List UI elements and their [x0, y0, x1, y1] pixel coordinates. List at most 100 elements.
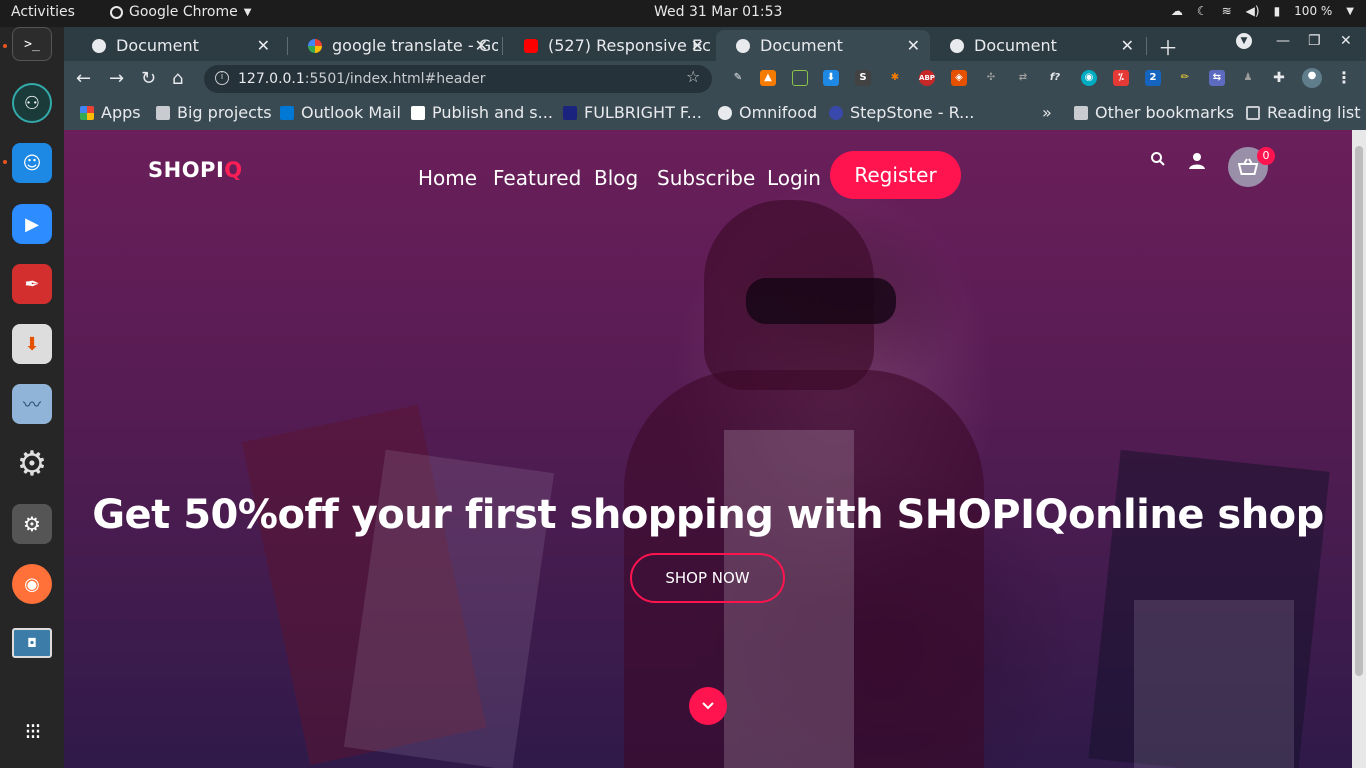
globe-icon	[736, 38, 750, 53]
site-info-icon[interactable]: i	[215, 71, 229, 85]
bookmark-omnifood[interactable]: Omnifood	[718, 103, 817, 122]
bookmark-medium[interactable]: Publish and s...	[411, 103, 553, 122]
caret-down-icon: ▼	[243, 6, 252, 18]
extension-icon[interactable]: ✏	[1177, 70, 1193, 86]
logo-main-text: SHOPI	[148, 158, 225, 182]
system-tray[interactable]: ☁ ☾ ≋ ◀) ▮ 100 % ▼	[1171, 4, 1354, 18]
home-button[interactable]: ⌂	[172, 68, 183, 89]
nav-subscribe[interactable]: Subscribe	[657, 166, 755, 190]
bookmark-outlook[interactable]: Outlook Mail	[280, 103, 401, 122]
clock[interactable]: Wed 31 Mar 01:53	[654, 4, 782, 20]
hero-heading: Get 50%off your first shopping with SHOP…	[92, 492, 1324, 538]
dock: >_ ⚇ ☺ ▶ ✒ ⬇ 〰 ⚙ ⚙ ◉ ◘ ⁝⁝⁝	[0, 27, 64, 768]
reload-button[interactable]: ↻	[141, 68, 156, 89]
bookmark-other[interactable]: Other bookmarks	[1074, 103, 1234, 122]
adblock-icon[interactable]: ABP	[919, 70, 935, 86]
bookmarks-overflow-icon[interactable]: »	[1042, 103, 1052, 122]
close-tab-icon[interactable]: ✕	[475, 36, 488, 55]
address-bar[interactable]: i 127.0.0.1 :5501/index.html#header	[204, 65, 712, 93]
tab-document-3[interactable]: Document ✕	[930, 30, 1144, 61]
nav-featured[interactable]: Featured	[493, 166, 581, 190]
bookmark-apps[interactable]: Apps	[80, 103, 141, 122]
extension-icon[interactable]	[792, 70, 808, 86]
search-icon[interactable]	[1150, 151, 1166, 171]
software-updater-icon[interactable]: ⚙	[12, 504, 52, 544]
bookmark-reading-list[interactable]: Reading list	[1246, 103, 1361, 122]
nav-blog[interactable]: Blog	[594, 166, 638, 190]
download-extension-icon[interactable]: ⬇	[823, 70, 839, 86]
close-tab-icon[interactable]: ✕	[1121, 36, 1134, 55]
bookmark-label: Other bookmarks	[1095, 103, 1235, 122]
bookmark-label: Publish and s...	[432, 103, 553, 122]
bookmark-label: Omnifood	[739, 103, 818, 122]
terminal-icon[interactable]: >_	[12, 27, 52, 61]
back-button[interactable]: ←	[76, 68, 91, 89]
page-scrollbar[interactable]	[1352, 130, 1366, 768]
scrollbar-thumb[interactable]	[1355, 146, 1363, 676]
extension-icon[interactable]: ◈	[951, 70, 967, 86]
extension-icon[interactable]: ✣	[983, 70, 999, 86]
extension-icon[interactable]: ⁒	[1113, 70, 1129, 86]
site-logo[interactable]: SHOPIQ	[148, 158, 243, 182]
menu-kebab-icon[interactable]: ⋮	[1336, 70, 1352, 86]
firefox-icon[interactable]: ◉	[12, 564, 52, 604]
chevron-down-icon	[702, 702, 714, 710]
extension-icon[interactable]: ▲	[760, 70, 776, 86]
system-monitor-icon[interactable]: 〰	[12, 384, 52, 424]
extension-icon[interactable]: S	[855, 70, 871, 86]
gitkraken-icon[interactable]: ⚇	[12, 83, 52, 123]
close-tab-icon[interactable]: ✕	[691, 36, 704, 55]
shop-now-button[interactable]: SHOP NOW	[630, 553, 785, 603]
tab-separator	[502, 37, 503, 55]
tab-document-1[interactable]: Document ✕	[72, 30, 280, 61]
pdf-reader-icon[interactable]: ✒	[12, 264, 52, 304]
tab-strip: Document ✕ google translate - Go ✕ (527)…	[64, 27, 1366, 61]
tab-google-translate[interactable]: google translate - Go ✕	[288, 30, 498, 61]
profile-avatar[interactable]: ●	[1302, 68, 1322, 88]
tab-search-icon[interactable]: ▼	[1236, 33, 1252, 49]
download-manager-icon[interactable]: ⬇	[12, 324, 52, 364]
nav-home[interactable]: Home	[418, 166, 477, 190]
finder-icon[interactable]: ☺	[12, 143, 52, 183]
show-applications-icon[interactable]: ⁝⁝⁝	[12, 712, 52, 752]
extension-icon[interactable]: ✱	[887, 70, 903, 86]
bookmark-label: Reading list	[1267, 103, 1361, 122]
pen-extension-icon[interactable]: ✎	[730, 70, 746, 86]
font-extension-icon[interactable]: f?	[1047, 70, 1063, 86]
close-window-button[interactable]: ✕	[1340, 33, 1352, 49]
minimize-button[interactable]: —	[1276, 33, 1290, 49]
user-icon[interactable]	[1188, 152, 1206, 174]
tab-youtube[interactable]: (527) Responsive Ec ✕	[504, 30, 714, 61]
extension-icon[interactable]: 2	[1145, 70, 1161, 86]
close-tab-icon[interactable]: ✕	[907, 36, 920, 55]
maximize-button[interactable]: ❐	[1308, 33, 1321, 49]
bookmark-big-projects[interactable]: Big projects	[156, 103, 272, 122]
bookmark-star-icon[interactable]: ☆	[686, 67, 700, 86]
bookmark-stepstone[interactable]: StepStone - R...	[829, 103, 974, 122]
extension-icon[interactable]: ◉	[1081, 70, 1097, 86]
globe-icon	[950, 38, 964, 53]
globe-icon	[718, 105, 732, 120]
bookmarks-bar: Apps Big projects Outlook Mail Publish a…	[64, 97, 1366, 130]
nav-login[interactable]: Login	[767, 166, 821, 190]
new-tab-button[interactable]: ＋	[1158, 32, 1178, 61]
extensions-puzzle-icon[interactable]: ✚	[1271, 70, 1287, 86]
register-button[interactable]: Register	[830, 151, 961, 199]
running-indicator	[3, 160, 7, 164]
scroll-down-button[interactable]	[689, 687, 727, 725]
extension-icon[interactable]: ⇆	[1209, 70, 1225, 86]
extension-icon[interactable]: ♟	[1240, 70, 1256, 86]
caret-down-icon: ▼	[1346, 5, 1354, 17]
activities-button[interactable]: Activities	[11, 4, 75, 20]
tab-title: google translate - Go	[332, 36, 498, 55]
close-tab-icon[interactable]: ✕	[257, 36, 270, 55]
extension-icon[interactable]: ⇄	[1015, 70, 1031, 86]
app-menu[interactable]: Google Chrome ▼	[110, 4, 251, 20]
screenshot-icon[interactable]: ◘	[12, 628, 52, 658]
settings-icon[interactable]: ⚙	[12, 444, 52, 484]
tab-document-active[interactable]: Document ✕	[716, 30, 930, 61]
forward-button[interactable]: →	[109, 68, 124, 89]
battery-percent: 100 %	[1294, 4, 1333, 18]
zoom-icon[interactable]: ▶	[12, 204, 52, 244]
bookmark-fulbright[interactable]: FULBRIGHT F...	[563, 103, 702, 122]
